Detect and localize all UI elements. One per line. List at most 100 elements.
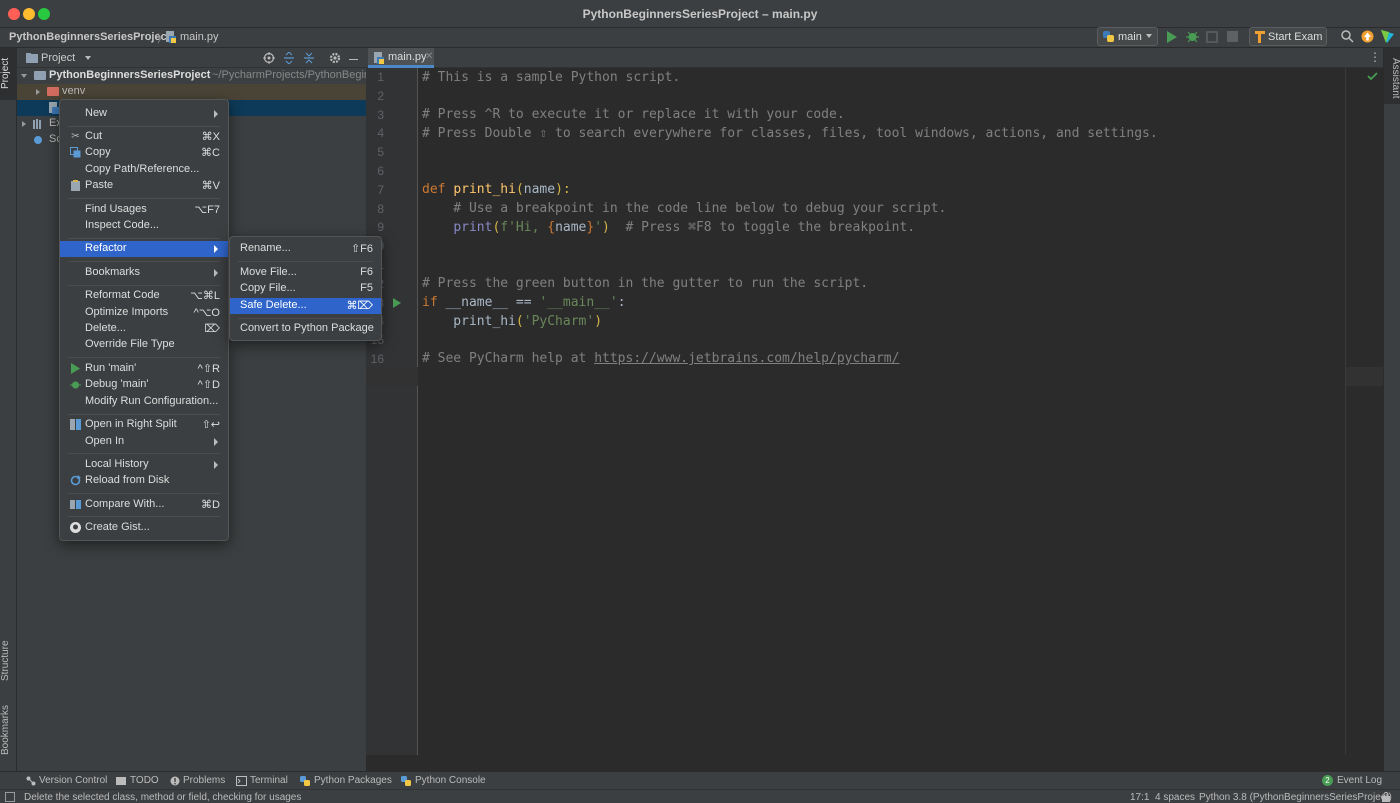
more-tabs-icon[interactable]: ⋮ <box>1369 50 1381 64</box>
run-gutter-icon[interactable] <box>393 298 401 308</box>
code-line-14[interactable]: print_hi('PyCharm') <box>422 312 602 331</box>
structure-tool-tab[interactable]: Structure <box>0 633 17 689</box>
menu-item-reformat-code[interactable]: Reformat Code ⌥⌘L <box>60 288 228 304</box>
python-console-tab[interactable]: Python Console <box>415 775 486 786</box>
menu-item-delete[interactable]: Delete... ⌦ <box>60 321 228 337</box>
python-packages-tab[interactable]: Python Packages <box>314 775 392 786</box>
code-line-3[interactable]: # Press ^R to execute it or replace it w… <box>422 105 845 124</box>
menu-item-paste[interactable]: Paste ⌘V <box>60 178 228 194</box>
line-number[interactable]: 7 <box>366 181 384 200</box>
stop-icon[interactable] <box>1227 31 1238 42</box>
tree-row-venv[interactable]: venv <box>17 84 366 100</box>
code-line-13[interactable]: if __name__ == '__main__': <box>422 293 626 312</box>
menu-item-new[interactable]: New <box>60 106 228 122</box>
terminal-tab[interactable]: Terminal <box>250 775 288 786</box>
line-number[interactable]: 1 <box>366 68 384 87</box>
start-exam-button[interactable]: Start Exam <box>1249 27 1327 46</box>
problems-tab[interactable]: Problems <box>183 775 225 786</box>
code-editor[interactable]: # This is a sample Python script. # Pres… <box>418 68 1345 755</box>
menu-item-compare-with[interactable]: Compare With... ⌘D <box>60 497 228 513</box>
chevron-right-icon[interactable] <box>22 121 26 127</box>
menu-item-debug-main[interactable]: Debug 'main' ^⇧D <box>60 377 228 393</box>
code-line-4[interactable]: # Press Double ⇧ to search everywhere fo… <box>422 124 1158 143</box>
menu-item-open-in[interactable]: Open In <box>60 434 228 450</box>
event-log-tab[interactable]: Event Log <box>1337 775 1382 786</box>
code-line-1[interactable]: # This is a sample Python script. <box>422 68 680 87</box>
menu-item-create-gist[interactable]: Create Gist... <box>60 520 228 536</box>
collapse-all-icon[interactable] <box>303 52 315 64</box>
updates-icon[interactable] <box>1361 30 1374 43</box>
menu-item-find-usages[interactable]: Find Usages ⌥F7 <box>60 202 228 218</box>
menu-item-bookmarks[interactable]: Bookmarks <box>60 265 228 281</box>
run-icon <box>71 363 80 374</box>
comment-token: # Press ⌘F8 to toggle the breakpoint. <box>609 220 916 235</box>
scissors-icon: ✂ <box>71 131 80 142</box>
search-icon[interactable] <box>1341 30 1354 43</box>
lock-icon[interactable] <box>1381 792 1391 802</box>
hide-panel-icon[interactable] <box>349 59 358 60</box>
menu-item-local-history[interactable]: Local History <box>60 457 228 473</box>
assistant-tool-tab[interactable]: Assistant <box>1384 54 1400 102</box>
indent-setting[interactable]: 4 spaces <box>1155 792 1195 803</box>
breadcrumb-file[interactable]: main.py <box>180 31 219 43</box>
code-line-12[interactable]: # Press the green button in the gutter t… <box>422 274 868 293</box>
tree-row-project-root[interactable]: PythonBeginnersSeriesProject ~/PycharmPr… <box>17 68 370 84</box>
code-line-9[interactable]: print(f'Hi, {name}') # Press ⌘F8 to togg… <box>422 218 915 237</box>
line-number[interactable]: 4 <box>366 124 384 143</box>
paren-token: ): <box>555 182 571 197</box>
run-with-coverage-icon[interactable] <box>1206 31 1219 43</box>
submenu-item-convert-to-python-package[interactable]: Convert to Python Package <box>230 321 381 337</box>
project-tool-tab[interactable]: Project <box>0 50 17 96</box>
menu-item-run-main[interactable]: Run 'main' ^⇧R <box>60 361 228 377</box>
menu-item-inspect-code[interactable]: Inspect Code... <box>60 218 228 234</box>
menu-item-shortcut: F6 <box>360 266 373 278</box>
run-configuration-selector[interactable]: main <box>1097 27 1158 46</box>
toggle-tool-windows-icon[interactable] <box>5 792 15 802</box>
menu-item-reload-from-disk[interactable]: Reload from Disk <box>60 473 228 489</box>
submenu-item-safe-delete[interactable]: Safe Delete... ⌘⌦ <box>230 298 381 314</box>
chevron-down-icon[interactable] <box>21 74 27 78</box>
jetbrains-logo-icon[interactable] <box>1381 30 1394 43</box>
submenu-item-move-file[interactable]: Move File... F6 <box>230 265 381 281</box>
chevron-down-icon[interactable] <box>85 56 91 60</box>
menu-item-copy[interactable]: Copy ⌘C <box>60 145 228 161</box>
bookmarks-tool-tab[interactable]: Bookmarks <box>0 700 17 760</box>
menu-item-modify-run-configuration[interactable]: Modify Run Configuration... <box>60 394 228 410</box>
menu-item-open-in-right-split[interactable]: Open in Right Split ⇧↩ <box>60 417 228 433</box>
caret-position[interactable]: 17:1 <box>1130 792 1149 803</box>
project-panel-title[interactable]: Project <box>41 52 75 64</box>
menu-item-override-file-type[interactable]: Override File Type <box>60 337 228 353</box>
menu-item-shortcut: ⌥⌘L <box>190 290 220 302</box>
version-control-tab[interactable]: Version Control <box>39 775 107 786</box>
line-number[interactable]: 9 <box>366 218 384 237</box>
breadcrumb-project[interactable]: PythonBeginnersSeriesProject <box>9 31 170 43</box>
submenu-item-rename[interactable]: Rename... ⇧F6 <box>230 241 381 257</box>
submenu-item-copy-file[interactable]: Copy File... F5 <box>230 281 381 297</box>
close-icon[interactable]: ✕ <box>425 51 433 62</box>
menu-item-optimize-imports[interactable]: Optimize Imports ^⌥O <box>60 305 228 321</box>
locate-file-icon[interactable] <box>263 52 275 64</box>
menu-item-copy-path[interactable]: Copy Path/Reference... <box>60 162 228 178</box>
line-number[interactable]: 6 <box>366 162 384 181</box>
menu-item-cut[interactable]: ✂ Cut ⌘X <box>60 129 228 145</box>
menu-item-refactor[interactable]: Refactor <box>60 241 228 257</box>
todo-tab[interactable]: TODO <box>130 775 159 786</box>
help-link[interactable]: https://www.jetbrains.com/help/pycharm/ <box>594 351 899 366</box>
line-number[interactable]: 5 <box>366 143 384 162</box>
run-icon[interactable] <box>1166 31 1177 43</box>
python-interpreter[interactable]: Python 3.8 (PythonBeginnersSeriesProject… <box>1199 792 1392 803</box>
code-line-16[interactable]: # See PyCharm help at https://www.jetbra… <box>422 349 899 368</box>
tab-main-py[interactable]: main.py ✕ <box>368 48 434 68</box>
code-line-8[interactable]: # Use a breakpoint in the code line belo… <box>422 199 946 218</box>
editor-gutter[interactable]: 1234567891011121314151617 <box>366 68 418 755</box>
no-problems-check-icon[interactable] <box>1367 72 1378 81</box>
line-number[interactable]: 2 <box>366 87 384 106</box>
expand-all-icon[interactable] <box>283 52 295 64</box>
python-file-icon <box>166 31 176 43</box>
line-number[interactable]: 8 <box>366 200 384 219</box>
chevron-right-icon[interactable] <box>36 89 40 95</box>
debug-icon[interactable] <box>1186 30 1199 43</box>
line-number[interactable]: 3 <box>366 106 384 125</box>
gear-icon[interactable] <box>329 52 341 64</box>
code-line-7[interactable]: def print_hi(name): <box>422 180 571 199</box>
